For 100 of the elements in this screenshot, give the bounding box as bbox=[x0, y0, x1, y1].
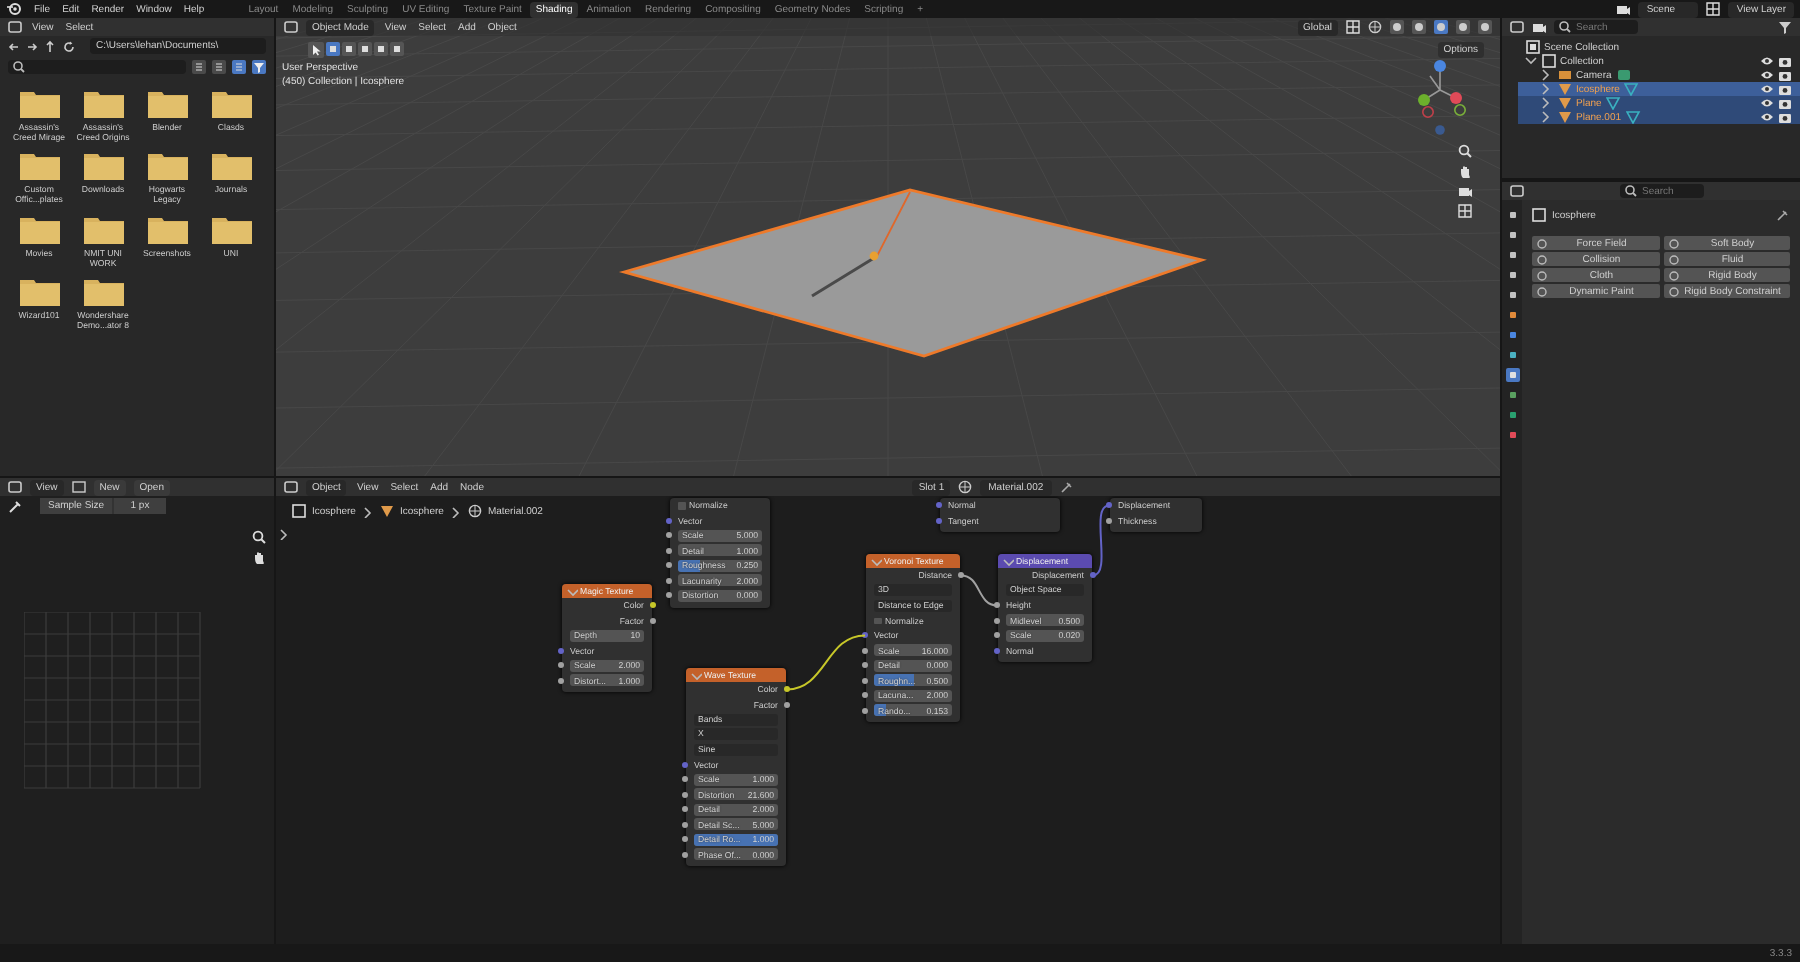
camera-data-icon[interactable] bbox=[1615, 68, 1632, 82]
sidebar-toggle-icon[interactable] bbox=[278, 528, 290, 540]
socket-dot[interactable] bbox=[558, 677, 564, 684]
pin-icon[interactable] bbox=[1059, 480, 1074, 494]
render-icon[interactable] bbox=[1778, 96, 1792, 110]
refresh-icon[interactable] bbox=[62, 39, 76, 53]
socket-dot[interactable] bbox=[862, 677, 868, 684]
socket-dot[interactable] bbox=[784, 701, 790, 708]
socket-dot[interactable] bbox=[862, 632, 868, 639]
select-tool-icon[interactable] bbox=[308, 41, 324, 57]
folder-icon[interactable] bbox=[19, 275, 59, 306]
socket-dot[interactable] bbox=[994, 602, 1000, 609]
hand-icon[interactable] bbox=[252, 550, 266, 564]
socket-dot[interactable] bbox=[1106, 502, 1112, 509]
display-mode-icon[interactable] bbox=[1510, 20, 1524, 34]
folder-icon[interactable] bbox=[147, 213, 187, 244]
shading-mode-icon[interactable] bbox=[1456, 20, 1470, 34]
shading-mode-icon[interactable] bbox=[1434, 20, 1448, 34]
folder-icon[interactable] bbox=[147, 88, 187, 118]
image-icon[interactable] bbox=[71, 480, 86, 494]
view-layer-icon[interactable] bbox=[1706, 2, 1721, 16]
folder-icon[interactable] bbox=[211, 213, 251, 244]
zoom-icon[interactable] bbox=[1458, 144, 1472, 158]
socket-dot[interactable] bbox=[682, 821, 688, 828]
shading-mode-icon[interactable] bbox=[1390, 20, 1404, 34]
socket-dot[interactable] bbox=[936, 517, 942, 524]
render-icon[interactable] bbox=[1778, 82, 1792, 96]
socket-dot[interactable] bbox=[958, 572, 964, 579]
socket-dot[interactable] bbox=[682, 776, 688, 783]
socket-dot[interactable] bbox=[666, 532, 672, 539]
folder-icon[interactable] bbox=[19, 213, 59, 244]
socket-dot[interactable] bbox=[666, 562, 672, 569]
folder-icon[interactable] bbox=[147, 150, 187, 181]
folder-icon[interactable] bbox=[83, 275, 123, 306]
socket-dot[interactable] bbox=[682, 851, 688, 858]
snap-icon[interactable] bbox=[1346, 20, 1360, 34]
eyedropper-icon[interactable] bbox=[8, 499, 22, 513]
socket-dot[interactable] bbox=[666, 517, 672, 524]
back-arrow-icon[interactable] bbox=[8, 39, 20, 53]
socket-dot[interactable] bbox=[994, 617, 1000, 624]
app-logo-icon[interactable] bbox=[6, 0, 24, 18]
socket-dot[interactable] bbox=[862, 662, 868, 669]
socket-dot[interactable] bbox=[1090, 572, 1096, 579]
socket-dot[interactable] bbox=[862, 707, 868, 714]
folder-icon[interactable] bbox=[19, 150, 59, 181]
socket-dot[interactable] bbox=[994, 632, 1000, 639]
socket-dot[interactable] bbox=[666, 577, 672, 584]
socket-dot[interactable] bbox=[682, 761, 688, 768]
socket-dot[interactable] bbox=[682, 791, 688, 798]
socket-dot[interactable] bbox=[862, 647, 868, 654]
socket-dot[interactable] bbox=[862, 692, 868, 699]
checkbox[interactable] bbox=[678, 502, 685, 509]
render-icon[interactable] bbox=[1778, 68, 1792, 82]
render-icon[interactable] bbox=[1778, 54, 1792, 68]
camera-icon[interactable] bbox=[1458, 184, 1472, 198]
up-arrow-icon[interactable] bbox=[44, 39, 56, 53]
socket-dot[interactable] bbox=[666, 592, 672, 599]
list-view-icon[interactable] bbox=[192, 59, 206, 73]
folder-icon[interactable] bbox=[83, 213, 123, 244]
socket-dot[interactable] bbox=[1106, 517, 1112, 524]
socket-dot[interactable] bbox=[666, 547, 672, 554]
list-view-icon[interactable] bbox=[212, 59, 226, 73]
node-link[interactable] bbox=[1092, 504, 1110, 577]
editor-type-icon[interactable] bbox=[1510, 184, 1524, 198]
hand-icon[interactable] bbox=[1458, 164, 1472, 178]
folder-icon[interactable] bbox=[83, 150, 123, 181]
shading-mode-icon[interactable] bbox=[1412, 20, 1426, 34]
socket-dot[interactable] bbox=[936, 502, 942, 509]
node-link[interactable] bbox=[960, 574, 998, 607]
socket-dot[interactable] bbox=[558, 647, 564, 654]
search-field[interactable] bbox=[8, 59, 186, 73]
socket-dot[interactable] bbox=[558, 662, 564, 669]
editor-type-icon[interactable] bbox=[8, 480, 22, 494]
folder-icon[interactable] bbox=[211, 150, 251, 181]
material-icon[interactable] bbox=[958, 480, 973, 494]
folder-icon[interactable] bbox=[19, 88, 59, 118]
grid-icon[interactable] bbox=[1458, 204, 1472, 218]
thumbnail-view-icon[interactable] bbox=[232, 59, 246, 73]
socket-dot[interactable] bbox=[650, 617, 656, 624]
render-icon[interactable] bbox=[1778, 110, 1792, 124]
zoom-icon[interactable] bbox=[252, 530, 266, 544]
editor-type-icon[interactable] bbox=[8, 20, 22, 34]
pin-icon[interactable] bbox=[1776, 208, 1790, 222]
socket-dot[interactable] bbox=[650, 602, 656, 609]
shading-mode-icon[interactable] bbox=[1478, 20, 1492, 34]
checkbox[interactable] bbox=[874, 617, 881, 624]
forward-arrow-icon[interactable] bbox=[26, 39, 38, 53]
search-icon bbox=[12, 59, 26, 73]
socket-dot[interactable] bbox=[994, 647, 1000, 654]
editor-type-icon[interactable] bbox=[284, 20, 298, 34]
folder-icon[interactable] bbox=[211, 88, 251, 118]
socket-dot[interactable] bbox=[682, 836, 688, 843]
editor-type-icon[interactable] bbox=[284, 480, 298, 494]
folder-icon[interactable] bbox=[83, 88, 123, 118]
filter-icon[interactable] bbox=[252, 59, 266, 73]
object-icon bbox=[1532, 208, 1546, 222]
node-link[interactable] bbox=[786, 634, 866, 691]
navigation-gizmo[interactable] bbox=[1418, 60, 1466, 135]
socket-dot[interactable] bbox=[682, 806, 688, 813]
socket-dot[interactable] bbox=[784, 686, 790, 693]
